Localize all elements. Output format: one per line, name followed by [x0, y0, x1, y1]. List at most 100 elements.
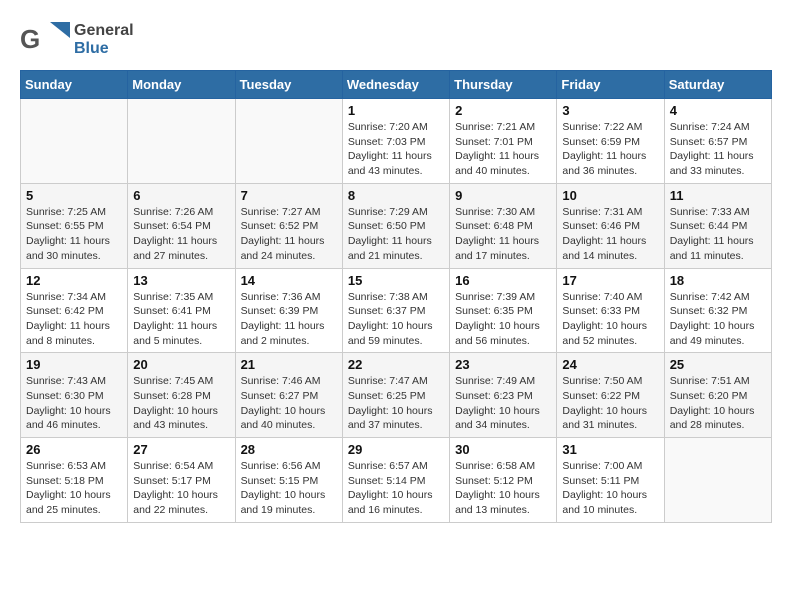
day-info: Sunrise: 7:27 AMSunset: 6:52 PMDaylight:…: [241, 205, 337, 264]
day-info: Sunrise: 7:36 AMSunset: 6:39 PMDaylight:…: [241, 290, 337, 349]
day-info: Sunrise: 7:45 AMSunset: 6:28 PMDaylight:…: [133, 374, 229, 433]
calendar-day-cell: 19Sunrise: 7:43 AMSunset: 6:30 PMDayligh…: [21, 353, 128, 438]
day-number: 16: [455, 273, 551, 288]
day-of-week-header: Tuesday: [235, 71, 342, 99]
day-number: 5: [26, 188, 122, 203]
day-of-week-header: Sunday: [21, 71, 128, 99]
calendar-header-row: SundayMondayTuesdayWednesdayThursdayFrid…: [21, 71, 772, 99]
day-info: Sunrise: 7:46 AMSunset: 6:27 PMDaylight:…: [241, 374, 337, 433]
day-of-week-header: Saturday: [664, 71, 771, 99]
day-number: 11: [670, 188, 766, 203]
day-number: 21: [241, 357, 337, 372]
day-number: 8: [348, 188, 444, 203]
day-number: 9: [455, 188, 551, 203]
calendar-day-cell: 17 Sunrise: 7:40 AMSunset: 6:33 PMDayligh…: [557, 268, 664, 353]
calendar-day-cell: 23 Sunrise: 7:49 AMSunset: 6:23 PMDayligh…: [450, 353, 557, 438]
day-of-week-header: Wednesday: [342, 71, 449, 99]
day-info: Sunrise: 7:40 AMSunset: 6:33 PMDaylight:…: [562, 290, 658, 349]
calendar-day-cell: 6Sunrise: 7:26 AMSunset: 6:54 PMDaylight…: [128, 183, 235, 268]
day-info: Sunrise: 7:49 AMSunset: 6:23 PMDaylight:…: [455, 374, 551, 433]
calendar-week-row: 12 Sunrise: 7:34 AMSunset: 6:42 PMDayligh…: [21, 268, 772, 353]
day-of-week-header: Monday: [128, 71, 235, 99]
day-info: Sunrise: 7:20 AMSunset: 7:03 PMDaylight:…: [348, 120, 444, 179]
calendar-day-cell: 11 Sunrise: 7:33 AMSunset: 6:44 PMDayligh…: [664, 183, 771, 268]
day-number: 17: [562, 273, 658, 288]
day-info: Sunrise: 7:25 AMSunset: 6:55 PMDaylight:…: [26, 205, 122, 264]
calendar-day-cell: 18 Sunrise: 7:42 AMSunset: 6:32 PMDayligh…: [664, 268, 771, 353]
logo-general: General: [74, 22, 134, 40]
calendar-day-cell: 29 Sunrise: 6:57 AMSunset: 5:14 PMDayligh…: [342, 438, 449, 523]
day-number: 24: [562, 357, 658, 372]
calendar-day-cell: 12 Sunrise: 7:34 AMSunset: 6:42 PMDayligh…: [21, 268, 128, 353]
svg-text:G: G: [20, 24, 40, 54]
calendar-day-cell: 5 Sunrise: 7:25 AMSunset: 6:55 PMDaylight…: [21, 183, 128, 268]
calendar-day-cell: [128, 99, 235, 184]
day-number: 20: [133, 357, 229, 372]
calendar-day-cell: 13Sunrise: 7:35 AMSunset: 6:41 PMDayligh…: [128, 268, 235, 353]
day-number: 12: [26, 273, 122, 288]
calendar-day-cell: [21, 99, 128, 184]
day-of-week-header: Thursday: [450, 71, 557, 99]
calendar-day-cell: 2Sunrise: 7:21 AMSunset: 7:01 PMDaylight…: [450, 99, 557, 184]
day-info: Sunrise: 7:00 AMSunset: 5:11 PMDaylight:…: [562, 459, 658, 518]
day-info: Sunrise: 7:47 AMSunset: 6:25 PMDaylight:…: [348, 374, 444, 433]
calendar-day-cell: 15 Sunrise: 7:38 AMSunset: 6:37 PMDayligh…: [342, 268, 449, 353]
day-info: Sunrise: 7:24 AMSunset: 6:57 PMDaylight:…: [670, 120, 766, 179]
calendar-day-cell: 7 Sunrise: 7:27 AMSunset: 6:52 PMDaylight…: [235, 183, 342, 268]
day-number: 31: [562, 442, 658, 457]
day-info: Sunrise: 6:58 AMSunset: 5:12 PMDaylight:…: [455, 459, 551, 518]
day-number: 28: [241, 442, 337, 457]
calendar-week-row: 19Sunrise: 7:43 AMSunset: 6:30 PMDayligh…: [21, 353, 772, 438]
calendar-day-cell: 30 Sunrise: 6:58 AMSunset: 5:12 PMDayligh…: [450, 438, 557, 523]
day-info: Sunrise: 7:51 AMSunset: 6:20 PMDaylight:…: [670, 374, 766, 433]
day-number: 27: [133, 442, 229, 457]
calendar-day-cell: 10 Sunrise: 7:31 AMSunset: 6:46 PMDayligh…: [557, 183, 664, 268]
day-info: Sunrise: 7:50 AMSunset: 6:22 PMDaylight:…: [562, 374, 658, 433]
day-number: 14: [241, 273, 337, 288]
day-number: 10: [562, 188, 658, 203]
day-info: Sunrise: 7:30 AMSunset: 6:48 PMDaylight:…: [455, 205, 551, 264]
day-info: Sunrise: 6:57 AMSunset: 5:14 PMDaylight:…: [348, 459, 444, 518]
calendar-day-cell: 25 Sunrise: 7:51 AMSunset: 6:20 PMDayligh…: [664, 353, 771, 438]
calendar-day-cell: [235, 99, 342, 184]
day-number: 15: [348, 273, 444, 288]
calendar-week-row: 5 Sunrise: 7:25 AMSunset: 6:55 PMDaylight…: [21, 183, 772, 268]
day-info: Sunrise: 7:33 AMSunset: 6:44 PMDaylight:…: [670, 205, 766, 264]
calendar-table: SundayMondayTuesdayWednesdayThursdayFrid…: [20, 70, 772, 523]
page-header: G General Blue: [20, 20, 772, 60]
day-number: 25: [670, 357, 766, 372]
calendar-day-cell: 16 Sunrise: 7:39 AMSunset: 6:35 PMDayligh…: [450, 268, 557, 353]
day-number: 30: [455, 442, 551, 457]
logo: G General Blue: [20, 20, 134, 60]
day-info: Sunrise: 7:34 AMSunset: 6:42 PMDaylight:…: [26, 290, 122, 349]
day-info: Sunrise: 7:38 AMSunset: 6:37 PMDaylight:…: [348, 290, 444, 349]
calendar-day-cell: 20 Sunrise: 7:45 AMSunset: 6:28 PMDayligh…: [128, 353, 235, 438]
day-number: 7: [241, 188, 337, 203]
day-of-week-header: Friday: [557, 71, 664, 99]
day-info: Sunrise: 6:53 AMSunset: 5:18 PMDaylight:…: [26, 459, 122, 518]
day-info: Sunrise: 7:42 AMSunset: 6:32 PMDaylight:…: [670, 290, 766, 349]
calendar-day-cell: [664, 438, 771, 523]
calendar-day-cell: 26Sunrise: 6:53 AMSunset: 5:18 PMDayligh…: [21, 438, 128, 523]
day-info: Sunrise: 6:54 AMSunset: 5:17 PMDaylight:…: [133, 459, 229, 518]
calendar-day-cell: 22Sunrise: 7:47 AMSunset: 6:25 PMDayligh…: [342, 353, 449, 438]
calendar-day-cell: 31 Sunrise: 7:00 AMSunset: 5:11 PMDayligh…: [557, 438, 664, 523]
day-number: 29: [348, 442, 444, 457]
calendar-day-cell: 14 Sunrise: 7:36 AMSunset: 6:39 PMDayligh…: [235, 268, 342, 353]
day-info: Sunrise: 7:21 AMSunset: 7:01 PMDaylight:…: [455, 120, 551, 179]
day-info: Sunrise: 6:56 AMSunset: 5:15 PMDaylight:…: [241, 459, 337, 518]
day-number: 19: [26, 357, 122, 372]
day-number: 1: [348, 103, 444, 118]
day-info: Sunrise: 7:35 AMSunset: 6:41 PMDaylight:…: [133, 290, 229, 349]
day-info: Sunrise: 7:39 AMSunset: 6:35 PMDaylight:…: [455, 290, 551, 349]
day-info: Sunrise: 7:31 AMSunset: 6:46 PMDaylight:…: [562, 205, 658, 264]
calendar-day-cell: 8Sunrise: 7:29 AMSunset: 6:50 PMDaylight…: [342, 183, 449, 268]
calendar-day-cell: 1 Sunrise: 7:20 AMSunset: 7:03 PMDaylight…: [342, 99, 449, 184]
calendar-week-row: 26Sunrise: 6:53 AMSunset: 5:18 PMDayligh…: [21, 438, 772, 523]
day-number: 6: [133, 188, 229, 203]
day-number: 18: [670, 273, 766, 288]
day-number: 23: [455, 357, 551, 372]
calendar-day-cell: 21 Sunrise: 7:46 AMSunset: 6:27 PMDayligh…: [235, 353, 342, 438]
day-number: 3: [562, 103, 658, 118]
calendar-day-cell: 24 Sunrise: 7:50 AMSunset: 6:22 PMDayligh…: [557, 353, 664, 438]
